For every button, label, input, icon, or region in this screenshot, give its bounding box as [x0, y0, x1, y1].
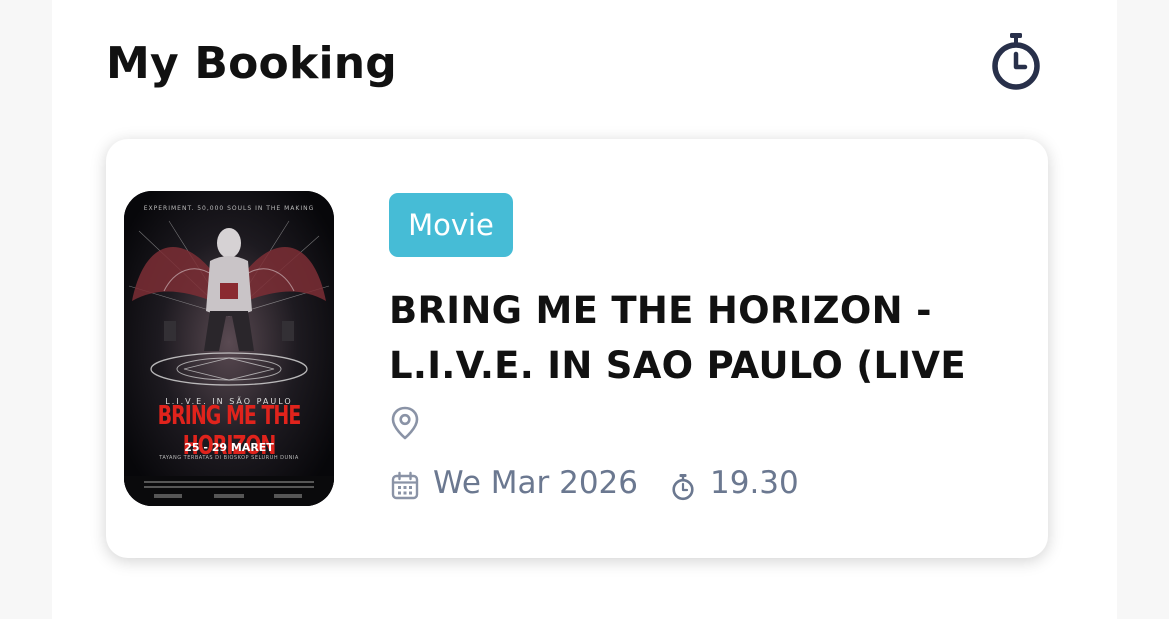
calendar-icon: [391, 471, 419, 500]
venue-location: [442, 431, 928, 445]
booking-date: We Mar 2026: [433, 465, 638, 501]
event-poster: EXPERIMENT. 50,000 SOULS IN THE MAKING L…: [124, 191, 334, 506]
category-badge: Movie: [389, 193, 513, 257]
poster-tagline: EXPERIMENT. 50,000 SOULS IN THE MAKING: [143, 205, 315, 212]
stopwatch-icon: [672, 474, 694, 501]
event-title: BRING ME THE HORIZON - L.I.V.E. IN SAO P…: [389, 283, 1029, 393]
left-margin: [0, 0, 52, 619]
booking-history-button[interactable]: [985, 30, 1047, 92]
poster-note: TAYANG TERBATAS DI BIOSKOP SELURUH DUNIA: [159, 455, 299, 461]
booking-time: 19.30: [710, 465, 799, 501]
page-title: My Booking: [106, 38, 397, 89]
event-title-line-2: L.I.V.E. IN SAO PAULO (LIVE: [389, 344, 966, 387]
poster-dates: 25 - 29 MARET: [184, 441, 274, 454]
map-pin-icon: [391, 406, 419, 440]
stopwatch-icon: [992, 33, 1040, 90]
right-margin: [1117, 0, 1169, 619]
event-title-line-1: BRING ME THE HORIZON -: [389, 289, 932, 332]
booking-card[interactable]: EXPERIMENT. 50,000 SOULS IN THE MAKING L…: [106, 139, 1048, 558]
